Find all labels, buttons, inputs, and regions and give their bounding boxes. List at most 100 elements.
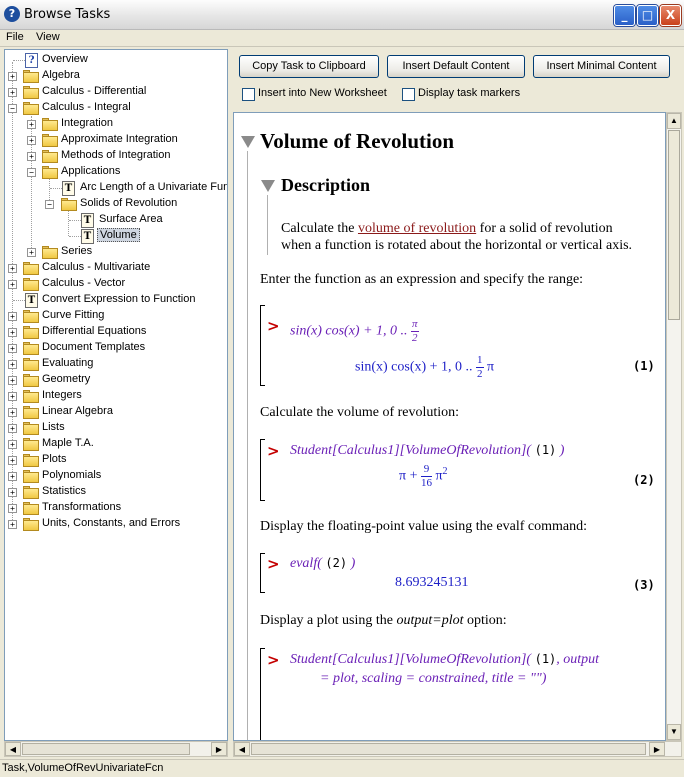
equation-reference: (2) xyxy=(325,556,348,570)
equation-reference: (1) xyxy=(534,652,557,666)
expand-icon[interactable]: + xyxy=(8,520,17,529)
folder-icon xyxy=(23,69,39,83)
command-prompt: > xyxy=(267,442,280,460)
scroll-left-icon[interactable]: ◀ xyxy=(234,742,250,756)
instruction-text-4: Display a plot using the output=plot opt… xyxy=(260,613,507,629)
task-tree[interactable]: ? Overview + Algebra + Calculus - Differ… xyxy=(4,49,228,741)
copy-task-button[interactable]: Copy Task to Clipboard xyxy=(239,55,379,78)
expand-icon[interactable]: + xyxy=(8,72,17,81)
expand-icon[interactable]: + xyxy=(8,360,17,369)
volume-of-revolution-link[interactable]: volume of revolution xyxy=(358,221,476,236)
expand-icon[interactable]: + xyxy=(27,248,36,257)
expand-icon[interactable]: + xyxy=(8,472,17,481)
minimize-button[interactable]: _ xyxy=(614,5,635,26)
command-prompt: > xyxy=(267,651,280,669)
command-prompt: > xyxy=(267,317,280,335)
expand-icon[interactable]: + xyxy=(8,440,17,449)
expand-icon[interactable]: + xyxy=(8,264,17,273)
description-text: for a solid of revolution xyxy=(476,221,613,236)
expand-icon[interactable]: + xyxy=(8,88,17,97)
tree-item-label: Arc Length of a Univariate Fun xyxy=(80,181,228,193)
folder-icon xyxy=(23,373,39,387)
display-task-markers-label: Display task markers xyxy=(418,87,521,99)
folder-icon xyxy=(42,117,58,131)
scroll-right-icon[interactable]: ▶ xyxy=(211,742,227,756)
tree-item-label: Approximate Integration xyxy=(61,133,178,145)
output-text: π + xyxy=(399,468,418,484)
equation-reference: (1) xyxy=(534,443,557,457)
equation-label-2[interactable]: (2) xyxy=(633,473,655,487)
expand-icon[interactable]: + xyxy=(8,488,17,497)
menu-file[interactable]: File xyxy=(6,31,24,43)
description-line-2: when a function is rotated about the hor… xyxy=(281,238,633,253)
task-document[interactable]: Volume of Revolution Description Calcula… xyxy=(233,112,666,741)
document-vertical-scrollbar[interactable]: ▲ ▼ xyxy=(666,112,682,741)
output-text: π xyxy=(487,359,495,375)
equation-label-1[interactable]: (1) xyxy=(633,359,655,373)
expand-icon[interactable]: + xyxy=(8,312,17,321)
collapse-icon[interactable]: − xyxy=(8,104,17,113)
scroll-thumb[interactable] xyxy=(668,130,680,320)
title-bar[interactable]: ? Browse Tasks _ □ X xyxy=(0,0,684,30)
folder-icon xyxy=(23,309,39,323)
equation-label-3[interactable]: (3) xyxy=(633,578,655,592)
description-text: Calculate the xyxy=(281,221,358,236)
display-task-markers-checkbox[interactable] xyxy=(402,88,415,101)
expand-icon[interactable]: + xyxy=(8,376,17,385)
help-icon: ? xyxy=(25,53,38,68)
scroll-left-icon[interactable]: ◀ xyxy=(5,742,21,756)
tree-item-label: Surface Area xyxy=(99,213,163,225)
maximize-button[interactable]: □ xyxy=(637,5,658,26)
expand-icon[interactable]: + xyxy=(8,504,17,513)
scroll-up-icon[interactable]: ▲ xyxy=(667,113,681,129)
tree-item-label: Transformations xyxy=(42,501,122,513)
expand-icon[interactable]: + xyxy=(8,424,17,433)
expand-icon[interactable]: + xyxy=(8,344,17,353)
tree-item-label: Methods of Integration xyxy=(61,149,171,161)
collapse-section-icon[interactable] xyxy=(241,136,255,148)
expand-icon[interactable]: + xyxy=(8,392,17,401)
tree-item-label: Evaluating xyxy=(42,357,94,369)
insert-new-worksheet-checkbox[interactable] xyxy=(242,88,255,101)
folder-icon xyxy=(23,357,39,371)
expand-icon[interactable]: + xyxy=(27,120,36,129)
input-text: sin(x) cos(x) + 1, 0 .. xyxy=(290,323,408,339)
instruction-text-3: Display the floating-point value using t… xyxy=(260,519,587,534)
input-expression-4-continued[interactable]: = plot, scaling = constrained, title = "… xyxy=(320,671,546,687)
input-text: Student[Calculus1][VolumeOfRevolution]( xyxy=(290,443,532,458)
folder-icon xyxy=(23,261,39,275)
exponent: 2 xyxy=(442,466,448,478)
tree-item-label: Statistics xyxy=(42,485,87,497)
scroll-thumb[interactable] xyxy=(22,743,190,755)
close-button[interactable]: X xyxy=(660,5,681,26)
command-prompt: > xyxy=(267,555,280,573)
menu-view[interactable]: View xyxy=(36,31,60,43)
folder-icon xyxy=(23,469,39,483)
input-expression-4[interactable]: Student[Calculus1][VolumeOfRevolution]( … xyxy=(290,652,599,668)
collapse-icon[interactable]: − xyxy=(27,168,36,177)
expand-icon[interactable]: + xyxy=(8,408,17,417)
scroll-thumb[interactable] xyxy=(251,743,646,755)
tree-item-label: Algebra xyxy=(42,69,80,81)
input-text: Student[Calculus1][VolumeOfRevolution]( xyxy=(290,652,532,667)
input-expression-3[interactable]: evalf( (2) ) xyxy=(290,556,355,572)
collapse-icon[interactable]: − xyxy=(45,200,54,209)
execution-group-bracket xyxy=(260,648,265,740)
tree-item-label: Units, Constants, and Errors xyxy=(42,517,181,529)
expand-icon[interactable]: + xyxy=(8,280,17,289)
insert-default-content-button[interactable]: Insert Default Content xyxy=(387,55,525,78)
insert-minimal-content-button[interactable]: Insert Minimal Content xyxy=(533,55,670,78)
expand-icon[interactable]: + xyxy=(27,136,36,145)
scroll-down-icon[interactable]: ▼ xyxy=(667,724,681,740)
input-expression-1[interactable]: sin(x) cos(x) + 1, 0 .. π2 xyxy=(290,318,419,345)
scroll-right-icon[interactable]: ▶ xyxy=(649,742,665,756)
document-horizontal-scrollbar[interactable]: ◀ ▶ xyxy=(233,741,682,757)
expand-icon[interactable]: + xyxy=(8,328,17,337)
status-bar: Task,VolumeOfRevUnivariateFcn xyxy=(0,759,684,777)
collapse-subsection-icon[interactable] xyxy=(261,180,275,192)
expand-icon[interactable]: + xyxy=(27,152,36,161)
input-expression-2[interactable]: Student[Calculus1][VolumeOfRevolution]( … xyxy=(290,443,564,459)
expand-icon[interactable]: + xyxy=(8,456,17,465)
open-folder-icon xyxy=(23,101,39,115)
tree-horizontal-scrollbar[interactable]: ◀ ▶ xyxy=(4,741,228,757)
